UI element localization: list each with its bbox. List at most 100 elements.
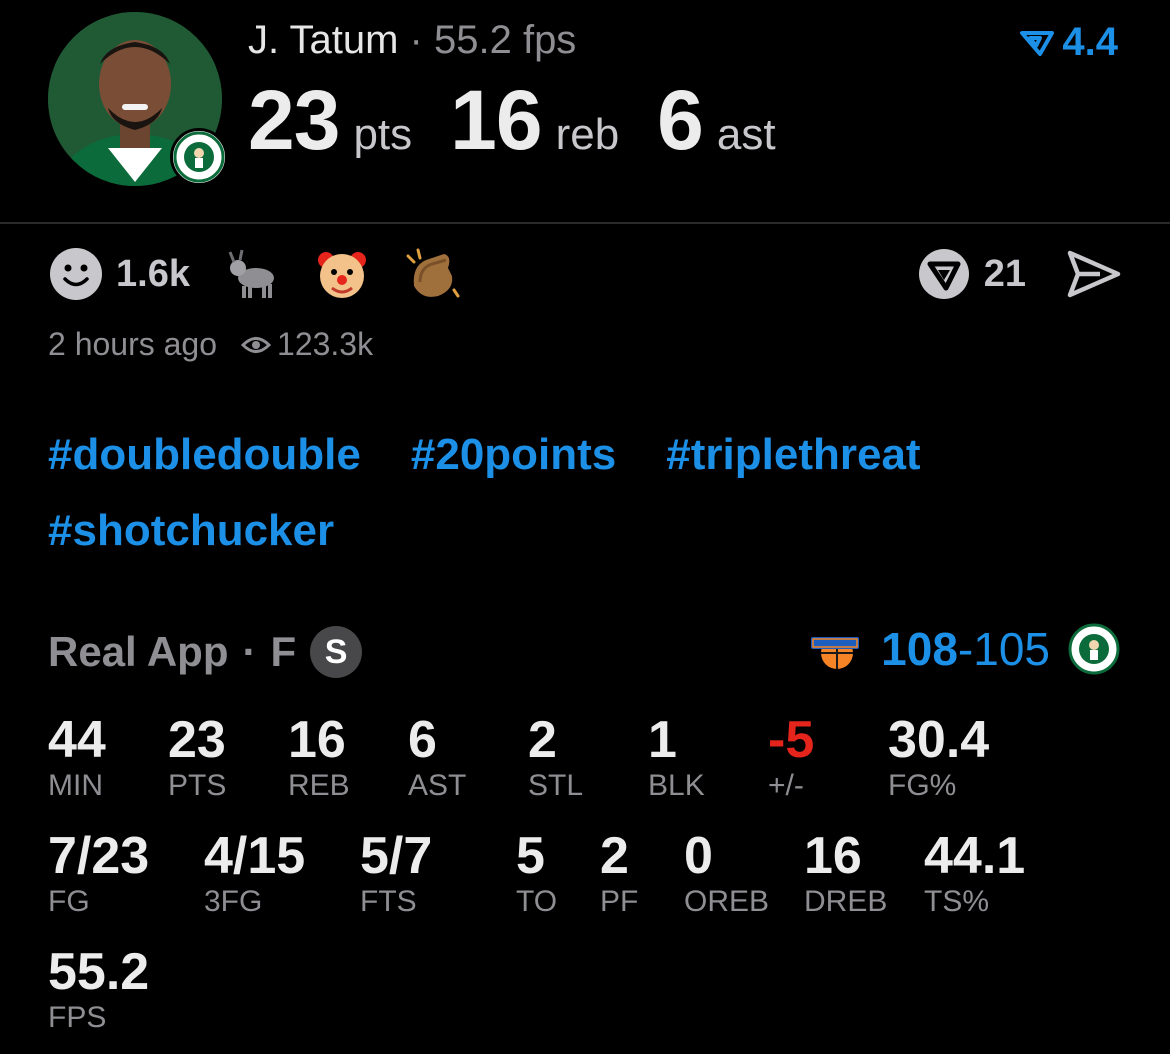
stat-value: 2 <box>600 827 629 885</box>
stat-value: 5 <box>516 827 545 885</box>
smiley-icon <box>50 248 102 300</box>
stat-dreb: 16 DREB <box>804 828 887 920</box>
stat-fps: 55.2 FPS <box>48 944 149 1036</box>
stat-label: MIN <box>48 769 103 802</box>
hashtag-link[interactable]: #triplethreat <box>666 428 920 482</box>
vote-count: 21 <box>983 252 1026 295</box>
separator-dot: · <box>398 18 434 62</box>
stat-fts: 5/7 FTS <box>360 828 432 920</box>
stat-pts: 23 PTS <box>168 712 226 804</box>
pts-value: 23 <box>248 73 340 167</box>
stat-value: 16 <box>288 711 346 769</box>
score-separator: - <box>957 623 974 675</box>
game-source: Real App · F S <box>48 626 363 678</box>
headline-stats: 23 pts 16 reb 6 ast <box>248 72 814 169</box>
reaction-count: 1.6k <box>116 252 190 295</box>
stat-label: AST <box>408 769 467 802</box>
stat-value: 23 <box>168 711 226 769</box>
stat-oreb: 0 OREB <box>684 828 769 920</box>
stat-label: FG% <box>888 769 957 802</box>
stat-fg: 7/23 FG <box>48 828 149 920</box>
stat-blk: 1 BLK <box>648 712 705 804</box>
stat-label: FPS <box>48 1001 107 1034</box>
stat-value: 55.2 <box>48 943 150 1001</box>
stat-value: 2 <box>528 711 557 769</box>
post-meta: 2 hours ago 123.3k <box>48 326 373 363</box>
stat-label: 3FG <box>204 885 263 918</box>
rating-display[interactable]: 4.4 <box>1020 20 1118 65</box>
vote-button[interactable]: 21 <box>918 248 1026 300</box>
stat-value: 0 <box>684 827 713 885</box>
stat-plus-minus: -5 +/- <box>768 712 814 804</box>
player-position: F <box>270 628 297 675</box>
stat-value: 7/23 <box>48 827 150 885</box>
stat-label: FG <box>48 885 90 918</box>
stat-fg-pct: 30.4 FG% <box>888 712 989 804</box>
source-app: Real App <box>48 628 229 675</box>
game-score[interactable]: 108-105 <box>807 622 1120 676</box>
add-reaction-button[interactable]: 1.6k <box>48 246 190 302</box>
stat-label: STL <box>528 769 584 802</box>
stat-value: 6 <box>408 711 437 769</box>
stat-pf: 2 PF <box>600 828 638 920</box>
stat-value: 1 <box>648 711 677 769</box>
stat-label: PTS <box>168 769 227 802</box>
header-divider <box>0 222 1170 224</box>
clapping-hands-emoji-icon[interactable] <box>404 246 460 302</box>
stat-value: 30.4 <box>888 711 990 769</box>
stat-label: TS% <box>924 885 990 918</box>
hashtag-link[interactable]: #shotchucker <box>48 504 334 558</box>
reb-value: 16 <box>450 73 542 167</box>
stat-label: PF <box>600 885 639 918</box>
post-actions: 21 <box>918 248 1122 300</box>
stat-value: 44 <box>48 711 106 769</box>
stat-3fg: 4/15 3FG <box>204 828 305 920</box>
reb-unit: reb <box>555 110 620 159</box>
stat-value: -5 <box>768 711 815 769</box>
score-team-b: 105 <box>973 623 1050 675</box>
stat-value: 44.1 <box>924 827 1026 885</box>
goat-emoji-icon[interactable] <box>224 246 280 302</box>
celtics-logo-icon <box>173 131 225 183</box>
stat-ts-pct: 44.1 TS% <box>924 828 1025 920</box>
stat-label: FTS <box>360 885 417 918</box>
stat-to: 5 TO <box>516 828 557 920</box>
pts-unit: pts <box>353 110 413 159</box>
stat-label: +/- <box>768 769 804 802</box>
rating-icon <box>1020 30 1055 56</box>
celtics-logo-icon <box>1068 623 1120 675</box>
score-team-a: 108 <box>881 623 958 675</box>
vote-icon <box>918 249 969 299</box>
eye-icon <box>241 336 272 353</box>
stat-label: OREB <box>684 885 770 918</box>
stat-label: DREB <box>804 885 888 918</box>
starter-badge: S <box>310 626 363 678</box>
view-count: 123.3k <box>241 326 373 363</box>
reaction-bar: 1.6k <box>48 246 460 302</box>
stat-value: 4/15 <box>204 827 306 885</box>
stat-value: 16 <box>804 827 862 885</box>
fps-summary: 55.2 fps <box>433 18 577 62</box>
stat-label: REB <box>288 769 350 802</box>
stat-value: 5/7 <box>360 827 433 885</box>
source-dot: · <box>242 628 257 675</box>
team-logo-badge <box>170 128 228 186</box>
stat-label: BLK <box>648 769 705 802</box>
rating-value: 4.4 <box>1062 20 1118 64</box>
hashtag-list: #doubledouble #20points #triplethreat #s… <box>48 428 1128 558</box>
player-name[interactable]: J. Tatum <box>248 18 398 62</box>
clown-emoji-icon[interactable] <box>314 246 370 302</box>
timestamp: 2 hours ago <box>48 326 218 362</box>
view-count-value: 123.3k <box>277 326 374 362</box>
hashtag-link[interactable]: #doubledouble <box>48 428 361 482</box>
ast-unit: ast <box>716 110 776 159</box>
hashtag-link[interactable]: #20points <box>411 428 616 482</box>
stat-stl: 2 STL <box>528 712 583 804</box>
knicks-logo-icon <box>811 637 860 669</box>
stat-reb: 16 REB <box>288 712 350 804</box>
player-line: J. Tatum · 55.2 fps <box>248 18 576 63</box>
share-send-icon[interactable] <box>1066 249 1122 299</box>
ast-value: 6 <box>657 73 704 167</box>
stat-min: 44 MIN <box>48 712 106 804</box>
stat-ast: 6 AST <box>408 712 466 804</box>
